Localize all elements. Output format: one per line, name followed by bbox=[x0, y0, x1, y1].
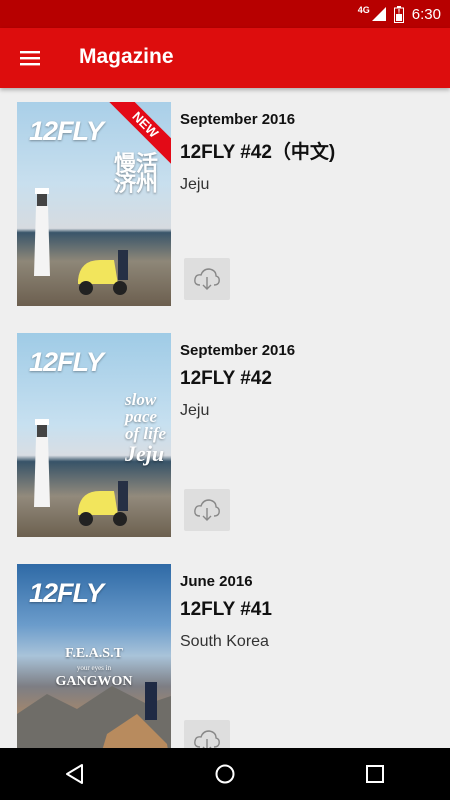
hamburger-menu-icon[interactable] bbox=[14, 42, 46, 74]
clock: 6:30 bbox=[411, 5, 441, 23]
issue-location: Jeju bbox=[180, 176, 210, 193]
svg-text:!: ! bbox=[397, 8, 400, 15]
list-item[interactable]: 12FLY slow pace of life Jeju September 2… bbox=[0, 319, 450, 550]
download-button[interactable] bbox=[184, 720, 230, 748]
magazine-cover[interactable]: 12FLY 慢活济州 NEW bbox=[17, 102, 171, 306]
issue-title: 12FLY #41 bbox=[180, 599, 272, 620]
network-type: 4G bbox=[357, 5, 370, 15]
cover-logo: 12FLY bbox=[29, 347, 104, 377]
cloud-download-icon bbox=[194, 268, 220, 290]
cover-line: F.E.A.S.T bbox=[65, 646, 123, 661]
lighthouse-graphic bbox=[34, 419, 50, 507]
cover-logo: 12FLY bbox=[29, 578, 104, 608]
home-icon bbox=[215, 764, 235, 784]
cover-headline: slow pace of life Jeju bbox=[125, 391, 171, 466]
cloud-download-icon bbox=[194, 499, 220, 521]
cover-line: of life bbox=[125, 424, 167, 443]
lighthouse-graphic bbox=[34, 188, 50, 276]
scooter-graphic bbox=[78, 250, 128, 295]
navigation-bar bbox=[0, 748, 450, 800]
magazine-list[interactable]: 12FLY 慢活济州 NEW September 2016 12FLY #42（… bbox=[0, 88, 450, 748]
issue-date: September 2016 bbox=[180, 342, 296, 359]
list-item[interactable]: 12FLY F.E.A.S.T your eyes in GANGWON Jun… bbox=[0, 550, 450, 748]
issue-location: South Korea bbox=[180, 633, 269, 650]
back-button[interactable] bbox=[55, 754, 95, 794]
page-title: Magazine bbox=[79, 45, 174, 68]
issue-location: Jeju bbox=[180, 402, 210, 419]
back-icon bbox=[66, 764, 83, 784]
magazine-cover[interactable]: 12FLY F.E.A.S.T your eyes in GANGWON bbox=[17, 564, 171, 748]
battery-icon: ! bbox=[393, 5, 404, 23]
magazine-cover[interactable]: 12FLY slow pace of life Jeju bbox=[17, 333, 171, 537]
recents-icon bbox=[366, 765, 384, 783]
cover-line: your eyes in bbox=[76, 664, 112, 672]
cover-line: pace bbox=[125, 407, 158, 426]
mountain-graphic bbox=[17, 682, 171, 748]
app-bar: Magazine bbox=[0, 28, 450, 88]
download-button[interactable] bbox=[184, 489, 230, 531]
scooter-graphic bbox=[78, 481, 128, 526]
list-item[interactable]: 12FLY 慢活济州 NEW September 2016 12FLY #42（… bbox=[0, 88, 450, 319]
signal-icon bbox=[371, 7, 386, 21]
issue-title: 12FLY #42 bbox=[180, 368, 272, 389]
cloud-download-icon bbox=[194, 730, 220, 748]
issue-date: June 2016 bbox=[180, 573, 253, 590]
recents-button[interactable] bbox=[355, 754, 395, 794]
issue-date: September 2016 bbox=[180, 111, 296, 128]
status-bar: 4G ! 6:30 bbox=[0, 0, 450, 28]
issue-title: 12FLY #42（中文) bbox=[180, 142, 336, 163]
home-button[interactable] bbox=[205, 754, 245, 794]
cover-headline: 慢活济州 bbox=[114, 151, 159, 196]
cover-line: Jeju bbox=[125, 441, 165, 466]
download-button[interactable] bbox=[184, 258, 230, 300]
cover-logo: 12FLY bbox=[29, 116, 104, 146]
cover-line: slow bbox=[125, 390, 157, 409]
